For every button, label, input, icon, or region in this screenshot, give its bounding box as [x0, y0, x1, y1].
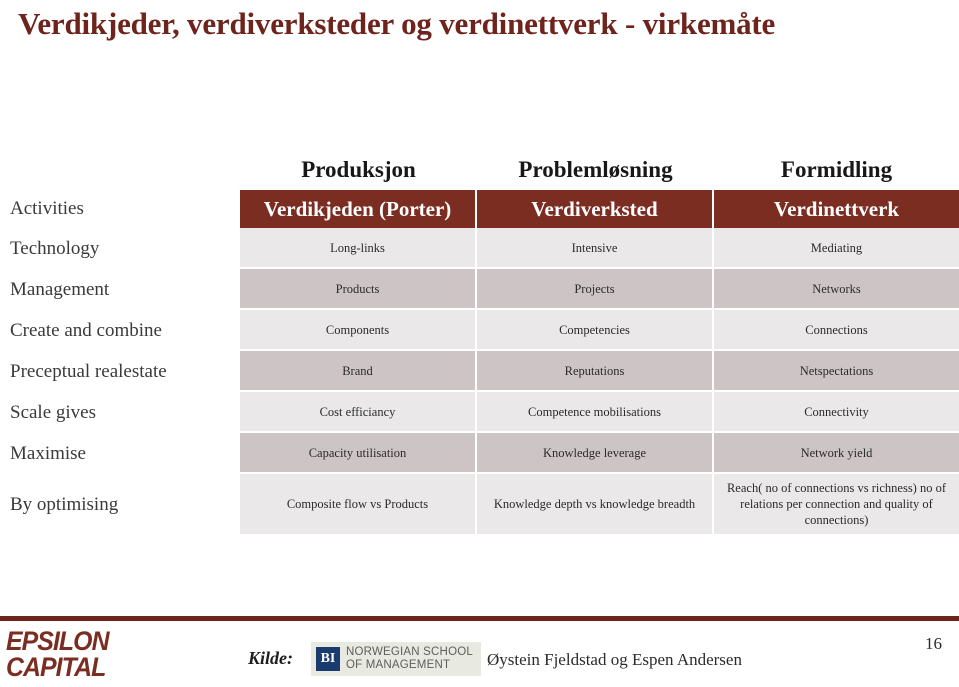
- super-header-formidling: Formidling: [780, 157, 893, 182]
- table-cell: Connections: [714, 310, 959, 351]
- table-cell: Netspectations: [714, 351, 959, 392]
- row-label-scale-gives: Scale gives: [10, 401, 97, 423]
- row-label-maximise: Maximise: [10, 442, 86, 464]
- table-row: Maximise Capacity utilisation Knowledge …: [0, 433, 959, 474]
- page-title: Verdikjeder, verdiverksteder og verdinet…: [18, 6, 776, 41]
- table-cell: Components: [240, 310, 477, 351]
- table-cell: Capacity utilisation: [240, 433, 477, 474]
- row-label-preceptual-realestate: Preceptual realestate: [10, 360, 167, 382]
- matrix-super-header-row: Produksjon Problemløsning Formidling: [0, 150, 959, 190]
- epsilon-capital-logo: EPSILON CAPITAL: [6, 626, 110, 682]
- super-header-problemlosning: Problemløsning: [518, 157, 673, 182]
- table-cell: Knowledge depth vs knowledge breadth: [477, 474, 714, 536]
- value-configuration-matrix: Produksjon Problemløsning Formidling Act…: [0, 150, 959, 536]
- table-row: By optimising Composite flow vs Products…: [0, 474, 959, 536]
- super-header-produksjon: Produksjon: [301, 157, 416, 182]
- table-cell: Knowledge leverage: [477, 433, 714, 474]
- table-row: Management Products Projects Networks: [0, 269, 959, 310]
- table-cell: Projects: [477, 269, 714, 310]
- page-number: 16: [925, 634, 942, 653]
- table-cell: Competence mobilisations: [477, 392, 714, 433]
- table-cell: Cost efficiancy: [240, 392, 477, 433]
- table-cell: Brand: [240, 351, 477, 392]
- table-cell: Composite flow vs Products: [240, 474, 477, 536]
- row-label-technology: Technology: [10, 237, 100, 259]
- column-header-verdinettverk: Verdinettverk: [714, 190, 959, 228]
- super-header-spacer: [0, 150, 240, 190]
- table-cell: Competencies: [477, 310, 714, 351]
- source-label: Kilde:: [248, 648, 293, 668]
- table-row: Scale gives Cost efficiancy Competence m…: [0, 392, 959, 433]
- table-cell: Mediating: [714, 228, 959, 269]
- row-label-create-and-combine: Create and combine: [10, 319, 162, 341]
- bi-norwegian-school-logo: BI NORWEGIAN SCHOOL OF MANAGEMENT: [311, 642, 481, 676]
- bi-monogram-icon: BI: [316, 647, 340, 671]
- table-cell: Intensive: [477, 228, 714, 269]
- table-cell: Reputations: [477, 351, 714, 392]
- column-header-verdiverksted: Verdiverksted: [477, 190, 714, 228]
- epsilon-logo-line2: CAPITAL: [6, 652, 106, 682]
- table-cell: Connectivity: [714, 392, 959, 433]
- bi-logo-text: NORWEGIAN SCHOOL OF MANAGEMENT: [346, 646, 473, 672]
- footer-divider: [0, 616, 959, 621]
- epsilon-logo-line1: EPSILON: [6, 626, 110, 656]
- table-cell: Networks: [714, 269, 959, 310]
- bi-logo-line2: OF MANAGEMENT: [346, 659, 451, 671]
- row-label-activities: Activities: [10, 198, 84, 219]
- source-authors: Øystein Fjeldstad og Espen Andersen: [487, 650, 742, 669]
- table-cell: Products: [240, 269, 477, 310]
- row-label-by-optimising: By optimising: [10, 494, 119, 515]
- table-row: Preceptual realestate Brand Reputations …: [0, 351, 959, 392]
- matrix-header-row: Activities Verdikjeden (Porter) Verdiver…: [0, 190, 959, 228]
- row-label-management: Management: [10, 278, 110, 300]
- column-header-verdikjeden: Verdikjeden (Porter): [240, 190, 477, 228]
- bi-logo-line1: NORWEGIAN SCHOOL: [346, 646, 473, 658]
- table-row: Technology Long-links Intensive Mediatin…: [0, 228, 959, 269]
- table-cell: Network yield: [714, 433, 959, 474]
- table-row: Create and combine Components Competenci…: [0, 310, 959, 351]
- table-cell: Reach( no of connections vs richness) no…: [714, 474, 959, 536]
- table-cell: Long-links: [240, 228, 477, 269]
